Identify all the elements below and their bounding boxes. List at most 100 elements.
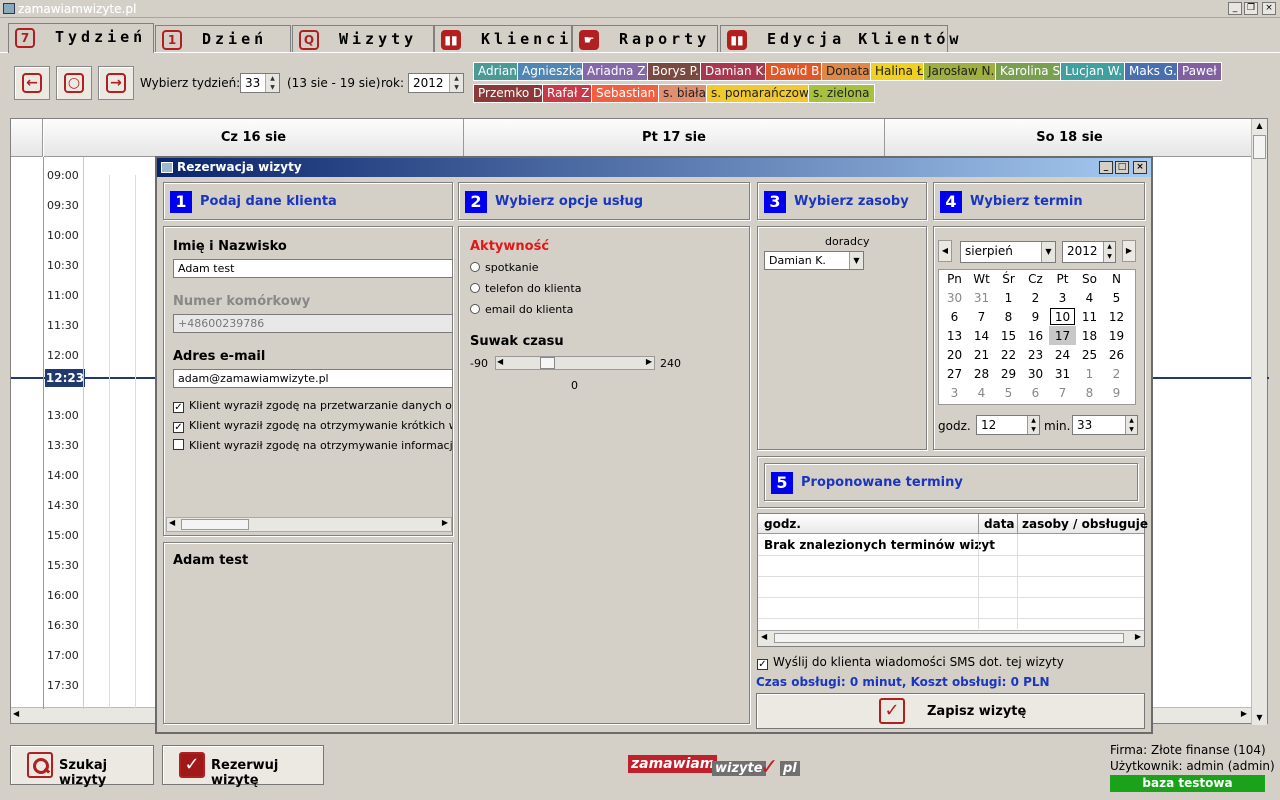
activity-radio[interactable]: spotkanie	[470, 261, 538, 274]
advisor-select[interactable]: Damian K. ▼	[764, 251, 864, 270]
slider-left-icon[interactable]: ◀	[497, 357, 503, 366]
calendar-day[interactable]: 2	[1022, 288, 1049, 307]
calendar-day[interactable]: 30	[1022, 364, 1049, 383]
checkbox-icon[interactable]	[173, 439, 184, 450]
calendar-day[interactable]: 3	[941, 383, 968, 402]
checkbox-icon[interactable]: ✓	[757, 659, 768, 670]
calendar-day[interactable]: 29	[995, 364, 1022, 383]
calendar-day[interactable]: 21	[968, 345, 995, 364]
checkbox-icon[interactable]: ✓	[173, 402, 184, 413]
tab-visits[interactable]: Q Wizyty	[292, 25, 434, 52]
radio-icon[interactable]	[470, 283, 480, 293]
consent-checkbox[interactable]: Klient wyraził zgodę na otrzymywanie inf…	[173, 439, 452, 452]
day-header[interactable]: So 18 sie	[885, 119, 1255, 157]
staff-chip[interactable]: s. pomarańczowa	[706, 84, 822, 103]
close-button[interactable]: ×	[1262, 2, 1276, 15]
staff-chip[interactable]: s. zielona	[808, 84, 875, 103]
calendar-day[interactable]: 15	[995, 326, 1022, 345]
scroll-thumb[interactable]	[181, 519, 249, 530]
search-visit-button[interactable]: Szukaj wizyty	[10, 745, 154, 788]
save-visit-button[interactable]: ✓ Zapisz wizytę	[756, 693, 1145, 729]
calendar-day[interactable]: 30	[941, 288, 968, 307]
calendar-day[interactable]: 31	[968, 288, 995, 307]
consent-checkbox[interactable]: ✓ Klient wyraził zgodę na przetwarzanie d…	[173, 399, 452, 413]
tab-reports[interactable]: ☛ Raporty	[572, 25, 718, 52]
staff-chip[interactable]: Karolina S.	[995, 62, 1069, 81]
prev-month-icon[interactable]: ◀	[938, 240, 952, 262]
staff-chip[interactable]: Rafał Z	[542, 84, 595, 103]
calendar-day[interactable]: 6	[1022, 383, 1049, 402]
calendar-day[interactable]: 22	[995, 345, 1022, 364]
col-date[interactable]: data	[978, 514, 1020, 533]
calendar-day[interactable]: 17	[1049, 326, 1076, 345]
scroll-thumb[interactable]	[774, 633, 1124, 643]
grid-vertical-scrollbar[interactable]: ▲ ▼	[1251, 119, 1267, 725]
book-visit-button[interactable]: ✓ Rezerwuj wizytę	[162, 745, 324, 788]
calendar-day[interactable]: 20	[941, 345, 968, 364]
tab-week[interactable]: 7 Tydzień	[8, 23, 154, 53]
phone-field[interactable]: +48600239786	[173, 314, 452, 333]
tab-day[interactable]: 1 Dzień	[155, 25, 291, 52]
restore-button[interactable]: ❐	[1244, 2, 1258, 15]
scroll-left-icon[interactable]: ◀	[169, 518, 175, 527]
minute-spinner[interactable]: 33 ▲ ▼	[1072, 415, 1138, 435]
chevron-down-icon[interactable]: ▼	[1041, 242, 1055, 262]
dialog-minimize-button[interactable]: _	[1099, 161, 1113, 174]
calendar-day[interactable]: 4	[968, 383, 995, 402]
staff-chip[interactable]: Halina Ł	[870, 62, 929, 81]
tab-edit-clients[interactable]: ▮▮ Edycja Klientów	[720, 25, 958, 52]
activity-radio[interactable]: email do klienta	[470, 303, 573, 316]
staff-chip[interactable]: Borys P.	[647, 62, 704, 81]
calendar-day[interactable]: 13	[941, 326, 968, 345]
calendar-day[interactable]: 25	[1076, 345, 1103, 364]
calendar-day[interactable]: 3	[1049, 288, 1076, 307]
calendar-day[interactable]: 11	[1076, 307, 1103, 326]
staff-chip[interactable]: Dawid B.	[765, 62, 829, 81]
calendar-day[interactable]: 28	[968, 364, 995, 383]
spinner-arrows-icon[interactable]: ▲ ▼	[449, 74, 463, 92]
scroll-thumb[interactable]	[1253, 135, 1266, 159]
next-month-icon[interactable]: ▶	[1122, 240, 1136, 262]
current-week-button[interactable]: ○	[56, 66, 92, 100]
scroll-left-icon[interactable]: ◀	[13, 709, 19, 718]
calendar-day[interactable]: 12	[1103, 307, 1130, 326]
staff-chip[interactable]: Przemko D.	[473, 84, 552, 103]
tab-clients[interactable]: ▮▮ Klienci	[434, 25, 572, 52]
next-week-button[interactable]: →	[98, 66, 134, 100]
spinner-arrows-icon[interactable]: ▲ ▼	[1103, 242, 1115, 262]
spinner-arrows-icon[interactable]: ▲ ▼	[1027, 416, 1039, 434]
staff-chip[interactable]: Maks G.	[1124, 62, 1182, 81]
dialog-close-button[interactable]: ×	[1133, 161, 1147, 174]
slider-right-icon[interactable]: ▶	[646, 357, 652, 366]
calendar-day[interactable]: 24	[1049, 345, 1076, 364]
calendar-day[interactable]: 5	[1103, 288, 1130, 307]
staff-chip[interactable]: Lucjan W.	[1060, 62, 1128, 81]
calendar-day[interactable]: 16	[1022, 326, 1049, 345]
time-slider[interactable]: ◀ ▶	[495, 356, 655, 370]
staff-chip[interactable]: Ariadna Z.	[582, 62, 655, 81]
scroll-down-icon[interactable]: ▼	[1252, 711, 1267, 725]
staff-chip[interactable]: Adrian	[473, 62, 522, 81]
staff-chip[interactable]: Agnieszka	[517, 62, 588, 81]
day-header[interactable]: Pt 17 sie	[464, 119, 885, 157]
calendar-day[interactable]: 8	[995, 307, 1022, 326]
slider-thumb[interactable]	[540, 357, 555, 369]
scroll-left-icon[interactable]: ◀	[761, 632, 767, 641]
chevron-down-icon[interactable]: ▼	[849, 252, 863, 269]
scroll-right-icon[interactable]: ▶	[1135, 632, 1141, 641]
hour-spinner[interactable]: 12 ▲ ▼	[976, 415, 1040, 435]
sms-checkbox[interactable]: ✓ Wyślij do klienta wiadomości SMS dot. t…	[757, 655, 1064, 670]
minimize-button[interactable]: _	[1228, 2, 1242, 15]
day-header[interactable]: Cz 16 sie	[44, 119, 464, 157]
activity-radio[interactable]: telefon do klienta	[470, 282, 581, 295]
dialog-maximize-button[interactable]: □	[1115, 161, 1129, 174]
calendar-day[interactable]: 8	[1076, 383, 1103, 402]
calendar-day[interactable]: 6	[941, 307, 968, 326]
calendar-day[interactable]: 14	[968, 326, 995, 345]
month-select[interactable]: sierpień ▼	[960, 241, 1056, 263]
staff-chip[interactable]: s. biała	[658, 84, 711, 103]
col-resources[interactable]: zasoby / obsługuje	[1017, 514, 1152, 533]
name-field[interactable]: Adam test	[173, 259, 452, 278]
calendar-day[interactable]: 18	[1076, 326, 1103, 345]
staff-chip[interactable]: Donata	[821, 62, 875, 81]
